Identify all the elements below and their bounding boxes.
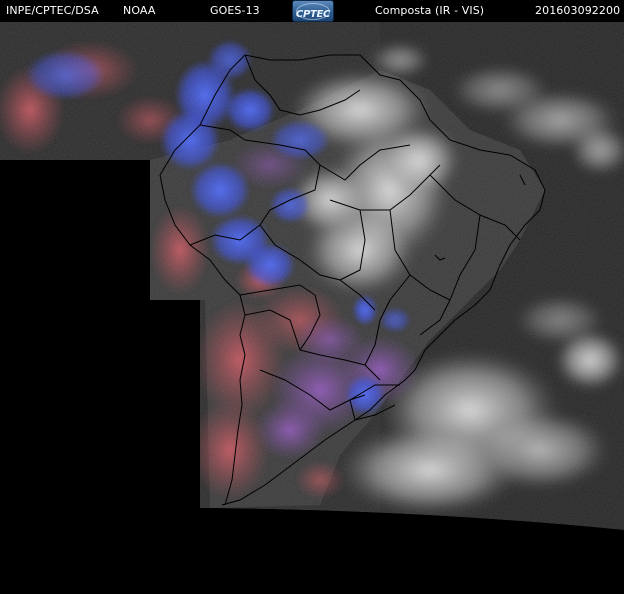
image-header-bar: INPE/CPTEC/DSA NOAA GOES-13 CPTEC Compos… bbox=[0, 0, 624, 22]
source-label: INPE/CPTEC/DSA bbox=[6, 4, 99, 17]
product-label: Composta (IR - VIS) bbox=[375, 4, 485, 17]
satellite-map bbox=[0, 22, 624, 594]
cptec-logo: CPTEC bbox=[292, 0, 334, 22]
logo-text: CPTEC bbox=[295, 9, 331, 20]
agency-label: NOAA bbox=[123, 4, 156, 17]
satellite-image-frame: INPE/CPTEC/DSA NOAA GOES-13 CPTEC Compos… bbox=[0, 0, 624, 594]
datetime-label: 201603092200 bbox=[535, 4, 621, 17]
satellite-label: GOES-13 bbox=[210, 4, 260, 17]
